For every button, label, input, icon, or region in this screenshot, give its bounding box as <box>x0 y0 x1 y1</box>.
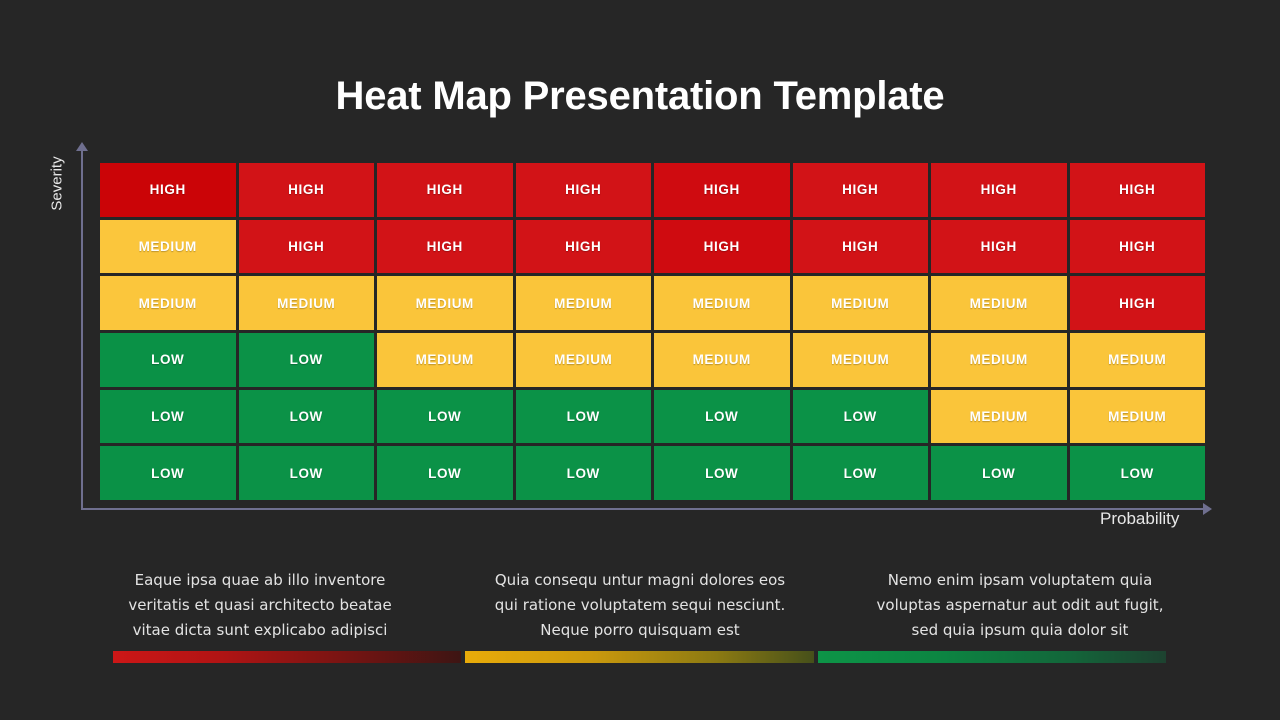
description-block-2: Quia consequ untur magni dolores eos qui… <box>494 571 786 639</box>
heatmap-cell[interactable]: LOW <box>377 389 513 444</box>
heatmap-cell[interactable]: LOW <box>100 389 236 444</box>
heatmap-cell[interactable]: LOW <box>792 446 928 500</box>
heatmap-cell[interactable]: MEDIUM <box>654 276 790 330</box>
description-block-1: Eaque ipsa quae ab illo inventore verita… <box>128 571 392 639</box>
probability-axis-arrow-icon <box>1203 503 1212 515</box>
heatmap-cell[interactable]: MEDIUM <box>515 276 651 330</box>
heatmap-cell[interactable]: MEDIUM <box>515 333 651 387</box>
heatmap-cell[interactable]: HIGH <box>377 163 513 217</box>
probability-axis-line <box>81 508 1206 510</box>
heatmap-cell[interactable]: LOW <box>100 446 236 500</box>
heatmap-cell[interactable]: HIGH <box>515 219 651 274</box>
heatmap-cell[interactable]: HIGH <box>654 163 790 217</box>
heatmap-cell[interactable]: MEDIUM <box>931 333 1067 387</box>
medium-gradient-bar <box>465 651 814 663</box>
heatmap-cell[interactable]: HIGH <box>792 219 928 274</box>
heatmap-cell[interactable]: MEDIUM <box>238 276 374 330</box>
heatmap-cell[interactable]: MEDIUM <box>931 389 1067 444</box>
heatmap-cell[interactable]: LOW <box>654 389 790 444</box>
heatmap-cell[interactable]: LOW <box>238 389 374 444</box>
heatmap-cell[interactable]: LOW <box>792 389 928 444</box>
heatmap-cell[interactable]: MEDIUM <box>792 276 928 330</box>
heatmap-cell[interactable]: HIGH <box>515 163 651 217</box>
heatmap-cell[interactable]: HIGH <box>1069 276 1205 330</box>
low-gradient-bar <box>817 651 1166 663</box>
heatmap-cell[interactable]: LOW <box>377 446 513 500</box>
heatmap-cell[interactable]: MEDIUM <box>377 276 513 330</box>
severity-axis-label: Severity <box>48 156 66 211</box>
heatmap-cell[interactable]: HIGH <box>100 163 236 217</box>
heatmap-cell[interactable]: LOW <box>100 333 236 387</box>
probability-axis-label: Probability <box>1100 509 1180 528</box>
heatmap-cell[interactable]: HIGH <box>377 219 513 274</box>
description-block-3: Nemo enim ipsam voluptatem quia voluptas… <box>876 571 1164 639</box>
heatmap-cell[interactable]: HIGH <box>1069 219 1205 274</box>
heatmap-cell[interactable]: HIGH <box>238 219 374 274</box>
heatmap-cell[interactable]: LOW <box>654 446 790 500</box>
heatmap-grid: HIGH HIGH HIGH HIGH HIGH HIGH HIGH HIGH MEDIUM HI… <box>100 163 1205 500</box>
heatmap-cell[interactable]: MEDIUM <box>1069 389 1205 444</box>
heatmap-cell[interactable]: HIGH <box>654 219 790 274</box>
heatmap-cell[interactable]: MEDIUM <box>100 219 236 274</box>
severity-axis-line <box>81 146 83 510</box>
heatmap-cell[interactable]: MEDIUM <box>792 333 928 387</box>
heatmap-cell[interactable]: LOW <box>238 333 374 387</box>
heatmap-cell[interactable]: LOW <box>515 446 651 500</box>
heatmap-cell[interactable]: LOW <box>1069 446 1205 500</box>
heatmap-cell[interactable]: LOW <box>238 446 374 500</box>
heatmap-cell[interactable]: MEDIUM <box>1069 333 1205 387</box>
heatmap-cell[interactable]: MEDIUM <box>100 276 236 330</box>
heatmap-cell[interactable]: LOW <box>931 446 1067 500</box>
heatmap-cell[interactable]: MEDIUM <box>654 333 790 387</box>
heatmap-cell[interactable]: HIGH <box>238 163 374 217</box>
legend-gradient-bars <box>113 651 1166 663</box>
heatmap-cell[interactable]: HIGH <box>1069 163 1205 217</box>
heatmap-cell[interactable]: HIGH <box>792 163 928 217</box>
heatmap-cell[interactable]: LOW <box>515 389 651 444</box>
high-gradient-bar <box>113 651 462 663</box>
heatmap-cell[interactable]: MEDIUM <box>377 333 513 387</box>
heatmap-cell[interactable]: MEDIUM <box>931 276 1067 330</box>
heatmap-cell[interactable]: HIGH <box>931 219 1067 274</box>
heatmap-cell[interactable]: HIGH <box>931 163 1067 217</box>
description-row: Eaque ipsa quae ab illo inventore verita… <box>110 568 1170 643</box>
